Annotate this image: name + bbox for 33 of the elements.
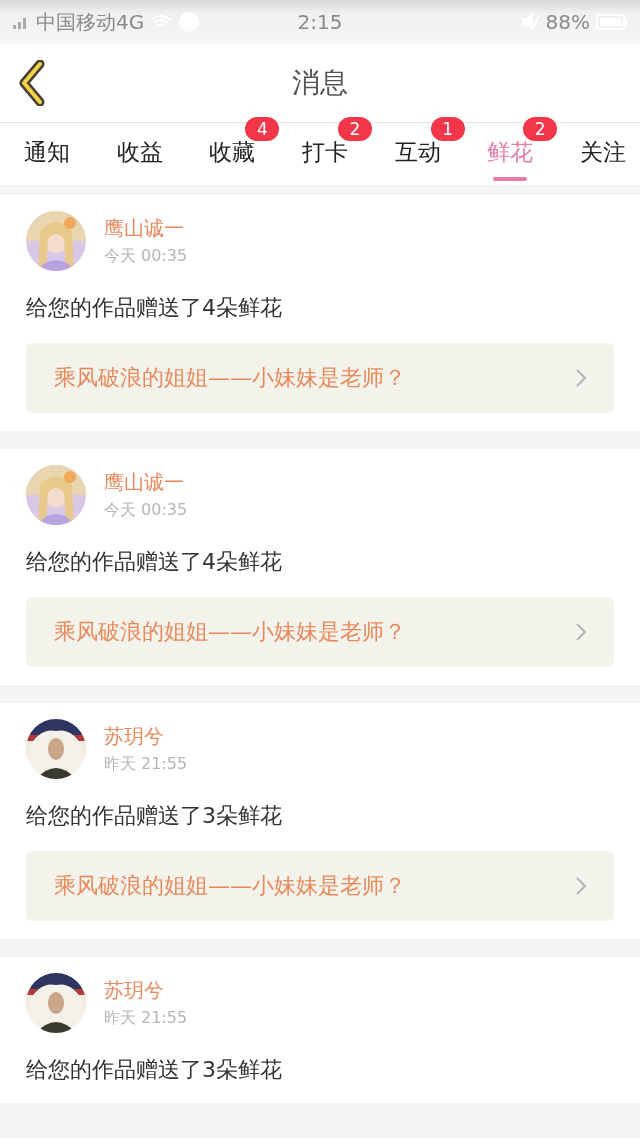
message-time: 昨天 21:55: [104, 1008, 188, 1029]
carrier-name: 中国移动4G: [36, 8, 145, 36]
work-link[interactable]: 乘风破浪的姐姐——小妹妹是老师？: [26, 343, 614, 413]
page-title: 消息: [291, 65, 349, 101]
user-name[interactable]: 鹰山诚一: [104, 215, 188, 242]
user-name[interactable]: 苏玥兮: [104, 977, 188, 1004]
battery-level: 88%: [545, 10, 590, 34]
work-title: 乘风破浪的姐姐——小妹妹是老师？: [54, 618, 406, 646]
message-text: 给您的作品赠送了4朵鲜花: [26, 548, 283, 576]
message-text: 给您的作品赠送了3朵鲜花: [26, 802, 283, 830]
count-badge: 4: [245, 117, 280, 141]
count-badge: 1: [430, 117, 465, 141]
work-title: 乘风破浪的姐姐——小妹妹是老师？: [54, 364, 406, 392]
work-link[interactable]: 乘风破浪的姐姐——小妹妹是老师？: [26, 851, 614, 921]
work-title: 乘风破浪的姐姐——小妹妹是老师？: [54, 872, 406, 900]
tab[interactable]: 收益: [116, 137, 163, 167]
chevron-right-icon: [574, 621, 588, 643]
work-link[interactable]: 乘风破浪的姐姐——小妹妹是老师？: [26, 597, 614, 667]
chevron-right-icon: [574, 875, 588, 897]
status-time: 2:15: [297, 10, 343, 34]
message-time: 昨天 21:55: [104, 754, 188, 775]
tab[interactable]: 关注: [579, 137, 626, 167]
message-text: 给您的作品赠送了3朵鲜花: [26, 1056, 283, 1084]
message-time: 今天 00:35: [104, 500, 188, 521]
count-badge: 2: [337, 117, 372, 141]
tab[interactable]: 通知: [24, 137, 70, 167]
chevron-right-icon: [574, 367, 588, 389]
user-name[interactable]: 鹰山诚一: [104, 469, 188, 496]
count-badge: 2: [523, 117, 558, 141]
user-name[interactable]: 苏玥兮: [104, 723, 188, 750]
message-time: 今天 00:35: [104, 246, 188, 267]
message-text: 给您的作品赠送了4朵鲜花: [26, 294, 283, 322]
tab-indicator: [493, 177, 528, 181]
